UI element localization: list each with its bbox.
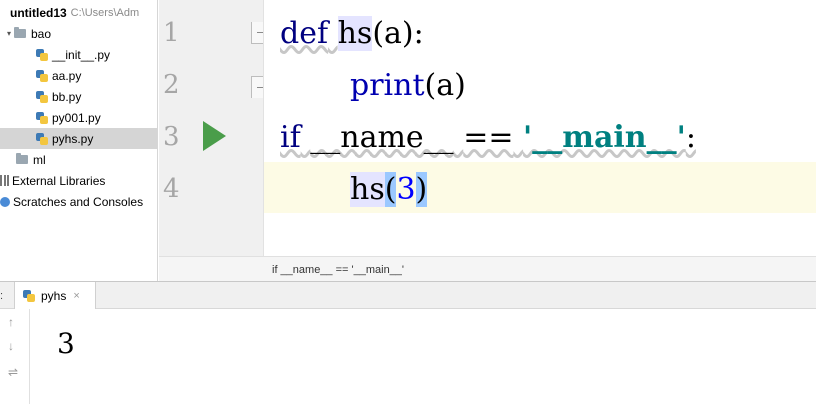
tree-file-init[interactable]: __init__.py bbox=[0, 44, 157, 65]
python-file-icon bbox=[36, 90, 48, 103]
console-output-text: 3 bbox=[57, 327, 75, 360]
line-number: 3 bbox=[163, 122, 180, 152]
tree-item-label: __init__.py bbox=[52, 47, 111, 62]
tree-item-label: Scratches and Consoles bbox=[13, 194, 144, 209]
python-file-icon bbox=[36, 111, 48, 124]
tree-item-label: aa.py bbox=[52, 68, 82, 83]
library-icon bbox=[0, 175, 9, 186]
tree-external-libraries[interactable]: External Libraries bbox=[0, 170, 157, 191]
code-line-2[interactable]: print(a) bbox=[350, 68, 466, 103]
code-line-3[interactable]: if __name__ == '__main__': bbox=[280, 120, 696, 155]
run-gutter-icon[interactable] bbox=[203, 121, 226, 151]
python-file-icon bbox=[36, 69, 48, 82]
tree-file-pyhs[interactable]: pyhs.py bbox=[0, 128, 157, 149]
close-icon[interactable]: × bbox=[73, 290, 79, 302]
code-token: (a): bbox=[372, 16, 424, 51]
code-line-4[interactable]: hs(3) bbox=[350, 172, 428, 207]
python-file-icon bbox=[36, 132, 48, 145]
root-name: untitled13 bbox=[10, 5, 67, 20]
tree-item-label: ml bbox=[33, 152, 46, 167]
run-side-toolbar: ↑ ↓ ⇌ bbox=[0, 309, 30, 404]
paren-match: ( bbox=[384, 172, 397, 207]
keyword-token: if bbox=[280, 120, 301, 155]
tree-file-py001[interactable]: py001.py bbox=[0, 107, 157, 128]
breadcrumb-bar: if __name__ == '__main__' bbox=[159, 256, 816, 281]
tree-root[interactable]: untitled13 C:\Users\Adm bbox=[0, 2, 157, 23]
soft-wrap-icon[interactable]: ⇌ bbox=[8, 365, 18, 379]
code-editor[interactable]: def hs(a): print(a) if __name__ == '__ma… bbox=[264, 0, 816, 256]
tree-folder-ml[interactable]: ml bbox=[0, 149, 157, 170]
project-tree: untitled13 C:\Users\Adm ▾ bao __init__.p… bbox=[0, 0, 158, 281]
builtin-token: print bbox=[350, 68, 425, 103]
python-file-icon bbox=[36, 48, 48, 61]
number-token: 3 bbox=[396, 172, 416, 207]
tree-item-label: bao bbox=[31, 26, 52, 41]
tree-item-label: pyhs.py bbox=[52, 131, 94, 146]
scroll-down-icon[interactable]: ↓ bbox=[8, 339, 14, 353]
scroll-up-icon[interactable]: ↑ bbox=[8, 315, 14, 329]
tree-item-label: External Libraries bbox=[12, 173, 106, 188]
code-token: __name__ bbox=[310, 120, 454, 155]
current-line-highlight bbox=[264, 162, 816, 213]
scratches-icon bbox=[0, 196, 10, 207]
python-file-icon bbox=[23, 289, 35, 302]
tree-file-aa[interactable]: aa.py bbox=[0, 65, 157, 86]
expand-arrow-icon[interactable]: ▾ bbox=[4, 29, 14, 38]
function-name-token: hs bbox=[337, 16, 373, 51]
run-tab-label: pyhs bbox=[41, 288, 67, 303]
code-token: : bbox=[685, 120, 696, 155]
breadcrumb[interactable]: if __name__ == '__main__' bbox=[272, 264, 404, 276]
run-label-colon: : bbox=[0, 290, 4, 302]
operator-token: == bbox=[463, 120, 514, 155]
line-number: 2 bbox=[163, 70, 180, 100]
run-toolbar: : pyhs × bbox=[0, 281, 816, 309]
paren-match: ) bbox=[415, 172, 428, 207]
code-line-1[interactable]: def hs(a): bbox=[280, 16, 424, 51]
run-tab[interactable]: pyhs × bbox=[14, 282, 96, 309]
tree-folder-bao[interactable]: ▾ bao bbox=[0, 23, 157, 44]
root-path: C:\Users\Adm bbox=[70, 6, 140, 19]
tree-item-label: py001.py bbox=[52, 110, 101, 125]
folder-icon bbox=[16, 153, 28, 164]
function-call-token: hs bbox=[350, 172, 385, 207]
line-number: 1 bbox=[163, 18, 180, 48]
folder-icon bbox=[14, 27, 26, 38]
tree-file-bb[interactable]: bb.py bbox=[0, 86, 157, 107]
code-token: (a) bbox=[424, 68, 466, 103]
console-output[interactable]: 3 bbox=[31, 309, 816, 404]
line-number: 4 bbox=[163, 174, 180, 204]
string-token: '__main__' bbox=[523, 120, 686, 155]
tree-scratches[interactable]: Scratches and Consoles bbox=[0, 191, 157, 212]
tree-item-label: bb.py bbox=[52, 89, 82, 104]
keyword-token: def bbox=[280, 16, 329, 51]
